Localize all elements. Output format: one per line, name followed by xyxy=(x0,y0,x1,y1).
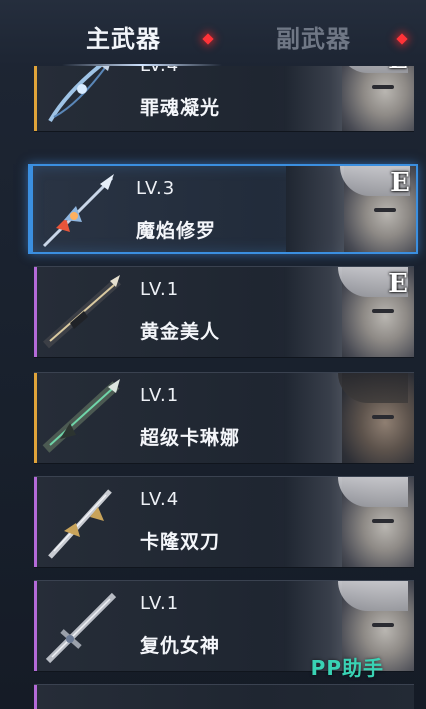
weapon-level: LV.4 xyxy=(140,66,179,76)
weapon-name: 超级卡琳娜 xyxy=(140,427,241,449)
character-eye xyxy=(372,309,394,313)
sword-weapon-icon xyxy=(45,592,117,664)
character-eye xyxy=(374,208,396,212)
weapon-tab-bar: 主武器 副武器 xyxy=(0,0,426,67)
weapon-level: LV.3 xyxy=(136,178,176,199)
bow-weapon-icon xyxy=(48,66,110,123)
rarity-bar xyxy=(34,581,37,671)
weapon-card[interactable]: LV.4 卡隆双刀 xyxy=(34,476,414,568)
rarity-bar xyxy=(30,166,33,252)
equipped-badge: E xyxy=(388,269,408,299)
character-eye xyxy=(372,85,394,89)
weapon-level: LV.1 xyxy=(140,279,180,300)
weapon-card[interactable] xyxy=(34,684,414,709)
dual-blade-weapon-icon xyxy=(48,489,112,559)
new-indicator-icon xyxy=(202,33,214,45)
weapon-card[interactable]: LV.4 罪魂凝光 E xyxy=(34,66,414,132)
character-portrait xyxy=(284,477,414,567)
weapon-select-screen: 主武器 副武器 LV.4 罪魂凝光 E xyxy=(0,0,426,709)
rarity-bar xyxy=(34,267,37,357)
rarity-bar xyxy=(34,477,37,567)
weapon-name: 黄金美人 xyxy=(140,321,221,343)
tab-main-weapon-label: 主武器 xyxy=(86,24,161,53)
weapon-name: 罪魂凝光 xyxy=(140,97,221,119)
weapon-card[interactable]: LV.1 黄金美人 E xyxy=(34,266,414,358)
watermark-logo: PP助手 xyxy=(310,656,384,680)
weapon-level: LV.1 xyxy=(140,593,180,614)
character-eye xyxy=(372,415,394,419)
tab-main-weapon[interactable]: 主武器 xyxy=(86,14,161,58)
rifle-weapon-icon xyxy=(42,379,120,453)
character-eye xyxy=(372,519,394,523)
weapon-name: 复仇女神 xyxy=(140,635,221,657)
weapon-name: 魔焰修罗 xyxy=(136,220,217,242)
weapon-level: LV.1 xyxy=(140,385,180,406)
rarity-bar xyxy=(34,685,37,709)
weapon-card[interactable]: LV.1 超级卡琳娜 xyxy=(34,372,414,464)
tab-sub-weapon-label: 副武器 xyxy=(276,24,351,53)
rarity-bar xyxy=(34,66,37,131)
character-portrait xyxy=(284,373,414,463)
weapon-card-selected[interactable]: LV.3 魔焰修罗 E xyxy=(28,164,418,254)
weapon-level: LV.4 xyxy=(140,489,180,510)
weapon-name: 卡隆双刀 xyxy=(140,531,221,553)
character-eye xyxy=(372,623,394,627)
equipped-badge: E xyxy=(390,168,410,198)
rarity-bar xyxy=(34,373,37,463)
rifle-weapon-icon xyxy=(43,275,121,349)
character-face xyxy=(342,66,414,131)
character-portrait xyxy=(284,66,414,131)
weapon-list[interactable]: LV.4 罪魂凝光 E LV.3 魔焰修罗 xyxy=(0,66,426,709)
tab-sub-weapon[interactable]: 副武器 xyxy=(276,14,351,58)
equipped-badge: E xyxy=(388,66,408,75)
spear-weapon-icon xyxy=(42,174,114,248)
new-indicator-icon xyxy=(396,33,408,45)
